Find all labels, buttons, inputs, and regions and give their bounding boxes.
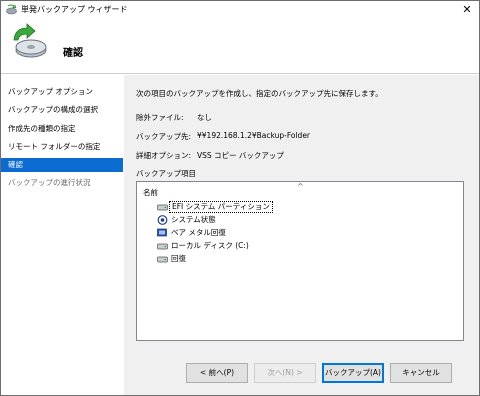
column-header-name[interactable]: 名前: [143, 187, 158, 198]
backup-wizard-icon: [13, 23, 47, 58]
close-button[interactable]: ✕: [459, 3, 475, 17]
intro-text: 次の項目のバックアップを作成し、指定のバックアップ先に保存します。: [136, 89, 383, 98]
step-destination-type[interactable]: 作成先の種類の指定: [1, 122, 123, 136]
advanced-options-value: VSS コピー バックアップ: [197, 151, 284, 160]
advanced-options-label: 詳細オプション:: [136, 151, 192, 160]
step-confirmation[interactable]: 確認: [1, 158, 123, 172]
step-backup-progress: バックアップの進行状況: [8, 178, 91, 187]
backup-button[interactable]: バックアップ(A): [322, 363, 384, 383]
title-bar: 単発バックアップ ウィザード ✕: [1, 1, 479, 18]
tree-item-label: ローカル ディスク (C:): [171, 241, 249, 250]
destination-value: ¥¥192.168.1.2¥Backup-Folder: [197, 131, 311, 140]
wizard-steps: バックアップ オプション バックアップの構成の選択 作成先の種類の指定 リモート…: [1, 75, 123, 395]
backup-app-icon: [6, 4, 17, 15]
tree-item-label: EFI システム パーティション: [169, 201, 273, 213]
back-button[interactable]: < 前へ(P): [186, 363, 248, 383]
backup-items-label: バックアップ項目: [136, 169, 196, 178]
drive-icon: [157, 256, 168, 263]
next-button: 次へ(N) >: [254, 363, 316, 383]
wizard-window: 単発バックアップ ウィザード ✕ 確認 バックアップ オプション バックアップの…: [0, 0, 480, 396]
drive-icon: [157, 204, 168, 211]
tree-item-label: 回復: [171, 254, 186, 263]
system-state-icon: [157, 215, 168, 225]
bare-metal-icon: [157, 228, 167, 237]
excluded-files-value: なし: [197, 113, 212, 122]
window-title: 単発バックアップ ウィザード: [21, 5, 128, 14]
excluded-files-label: 除外ファイル:: [136, 113, 184, 122]
wizard-content: 次の項目のバックアップを作成し、指定のバックアップ先に保存します。 除外ファイル…: [124, 75, 479, 395]
backup-items-tree[interactable]: 名前 ^ EFI システム パーティション システム状態 ベア メタル回復 ロー…: [136, 181, 464, 341]
cancel-button[interactable]: キャンセル: [390, 363, 452, 383]
step-backup-configuration[interactable]: バックアップの構成の選択: [1, 103, 123, 117]
wizard-header: 確認: [1, 18, 479, 74]
step-backup-options[interactable]: バックアップ オプション: [1, 85, 123, 99]
tree-item-label: システム状態: [171, 215, 216, 224]
page-title: 確認: [63, 48, 83, 59]
sort-ascending-icon: ^: [297, 182, 304, 191]
drive-icon: [157, 243, 168, 250]
step-remote-folder[interactable]: リモート フォルダーの指定: [1, 140, 123, 154]
destination-label: バックアップ先:: [136, 132, 192, 141]
tree-item-label: ベア メタル回復: [171, 228, 226, 237]
